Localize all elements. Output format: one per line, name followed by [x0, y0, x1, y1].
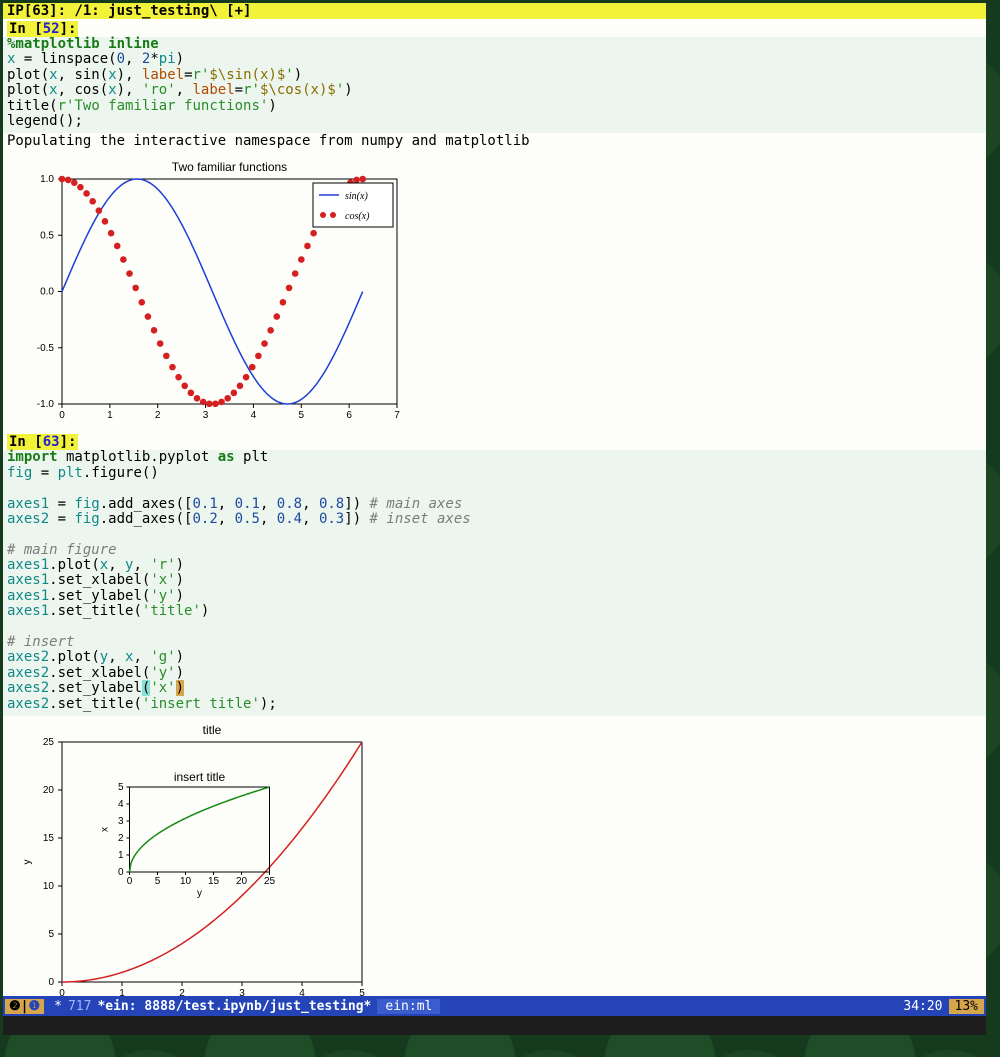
- svg-text:sin(x): sin(x): [345, 191, 368, 202]
- svg-text:insert title: insert title: [174, 770, 226, 784]
- code-cell-52[interactable]: %matplotlib inline x = linspace(0, 2*pi)…: [3, 37, 986, 133]
- mode-line: ❷|❶ * 717 *ein: 8888/test.ipynb/just_tes…: [3, 996, 986, 1016]
- cell-prompt-63[interactable]: In [63]:: [7, 434, 78, 450]
- prompt-suffix: ]:: [60, 21, 77, 37]
- svg-text:5: 5: [118, 782, 124, 793]
- svg-text:10: 10: [43, 881, 55, 892]
- svg-text:y: y: [197, 888, 202, 899]
- svg-text:10: 10: [180, 876, 192, 887]
- svg-text:20: 20: [43, 785, 55, 796]
- line-count: 717: [68, 999, 91, 1014]
- svg-text:25: 25: [43, 737, 55, 748]
- workspace-badge[interactable]: ❷|❶: [5, 999, 44, 1014]
- svg-text:cos(x): cos(x): [345, 211, 370, 222]
- svg-text:0: 0: [127, 876, 133, 887]
- title-bar: IP[63]: /1: just_testing\ [+]: [3, 3, 986, 19]
- svg-text:0: 0: [59, 410, 65, 421]
- prompt-number: 52: [43, 21, 60, 37]
- notebook-content[interactable]: In [52]: %matplotlib inline x = linspace…: [3, 19, 986, 996]
- svg-text:-1.0: -1.0: [37, 399, 55, 410]
- svg-text:y: y: [22, 859, 33, 864]
- modified-indicator: *: [54, 999, 62, 1014]
- svg-text:0: 0: [59, 988, 65, 996]
- svg-text:3: 3: [203, 410, 209, 421]
- svg-text:5: 5: [359, 988, 365, 996]
- svg-text:0.0: 0.0: [40, 287, 54, 298]
- svg-text:5: 5: [299, 410, 305, 421]
- cell-prompt-52[interactable]: In [52]:: [7, 21, 78, 37]
- svg-text:4: 4: [251, 410, 257, 421]
- chart-1: Two familiar functions 0 1 2 3 4 5 6 7 -1.0 -0.5 0.…: [3, 153, 986, 424]
- svg-text:x: x: [100, 827, 111, 832]
- svg-text:3: 3: [239, 988, 245, 996]
- svg-text:4: 4: [299, 988, 305, 996]
- svg-text:0: 0: [118, 867, 124, 878]
- svg-text:Two familiar functions: Two familiar functions: [172, 160, 287, 174]
- scroll-percent: 13%: [949, 999, 984, 1014]
- svg-text:-0.5: -0.5: [37, 343, 55, 354]
- stdout-52: Populating the interactive namespace fro…: [3, 133, 986, 153]
- svg-text:20: 20: [236, 876, 248, 887]
- svg-text:7: 7: [394, 410, 400, 421]
- svg-text:3: 3: [118, 816, 124, 827]
- minibuffer[interactable]: [3, 1016, 986, 1035]
- svg-text:title: title: [203, 723, 222, 737]
- svg-text:1.0: 1.0: [40, 174, 54, 185]
- svg-text:5: 5: [48, 929, 54, 940]
- svg-text:15: 15: [208, 876, 220, 887]
- svg-text:1: 1: [118, 850, 124, 861]
- editor-window: IP[63]: /1: just_testing\ [+] In [52]: %…: [3, 3, 986, 1035]
- svg-text:15: 15: [43, 833, 55, 844]
- svg-text:2: 2: [155, 410, 161, 421]
- svg-text:25: 25: [264, 876, 276, 887]
- cursor-position: 34:20: [903, 999, 942, 1014]
- var-x: x: [7, 51, 24, 67]
- code-cell-63[interactable]: import matplotlib.pyplot as plt fig = pl…: [3, 450, 986, 716]
- svg-text:1: 1: [119, 988, 125, 996]
- magic-command: %matplotlib inline: [7, 36, 159, 52]
- svg-text:2: 2: [118, 833, 124, 844]
- svg-text:5: 5: [155, 876, 161, 887]
- chart-2: title0123450510152025xyinsert title05101…: [3, 716, 986, 996]
- major-mode[interactable]: ein:ml: [377, 999, 440, 1014]
- buffer-name[interactable]: *ein: 8888/test.ipynb/just_testing*: [97, 999, 371, 1014]
- svg-text:4: 4: [118, 799, 124, 810]
- prompt-prefix: In [: [9, 21, 43, 37]
- svg-text:6: 6: [346, 410, 352, 421]
- svg-text:0: 0: [48, 977, 54, 988]
- svg-text:1: 1: [107, 410, 113, 421]
- svg-text:0.5: 0.5: [40, 231, 54, 242]
- svg-text:2: 2: [179, 988, 185, 996]
- text-cursor: ): [176, 680, 184, 696]
